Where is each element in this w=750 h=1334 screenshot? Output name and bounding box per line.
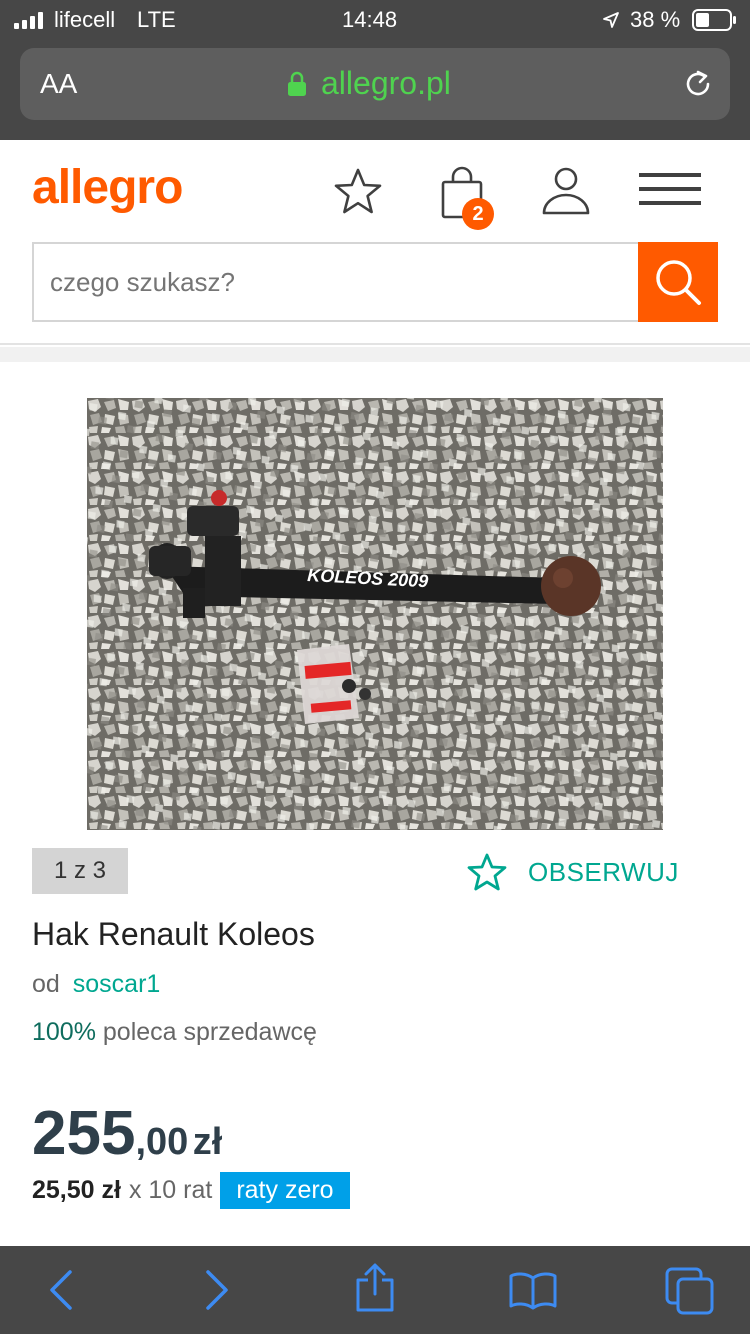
- cart-button[interactable]: 2: [436, 162, 496, 230]
- section-divider: [0, 347, 750, 362]
- raty-zero-badge[interactable]: raty zero: [220, 1171, 350, 1209]
- price-currency: zł: [192, 1121, 223, 1163]
- installments: 25,50 zł x 10 rat raty zero: [32, 1171, 350, 1209]
- recommend-percent: 100%: [32, 1018, 96, 1046]
- price-main: 255: [32, 1099, 136, 1168]
- price: 255,00 zł: [32, 1098, 222, 1169]
- signal-icon: [14, 12, 43, 29]
- cart-count-badge: 2: [462, 198, 494, 230]
- product-title: Hak Renault Koleos: [32, 916, 315, 952]
- installment-count: x 10 rat: [128, 1175, 213, 1204]
- search-input[interactable]: [32, 242, 640, 322]
- photo-counter: 1 z 3: [32, 848, 128, 894]
- favorites-button[interactable]: [330, 164, 386, 220]
- battery-icon: [692, 9, 736, 31]
- text-size-button[interactable]: AA: [40, 68, 77, 100]
- seller-link[interactable]: soscar1: [73, 970, 161, 998]
- watch-label: OBSERWUJ: [528, 856, 679, 887]
- allegro-logo[interactable]: allegro: [32, 160, 183, 215]
- location-arrow-icon: [603, 12, 619, 28]
- seller-prefix: od: [32, 970, 60, 998]
- recommend-text: poleca sprzedawcę: [102, 1018, 317, 1046]
- installment-amount: 25,50 zł: [32, 1175, 121, 1204]
- price-decimal: ,00: [135, 1121, 189, 1163]
- battery-percent: 38 %: [630, 7, 681, 32]
- clock: 14:48: [342, 7, 398, 32]
- user-icon: [542, 167, 590, 215]
- seller-line: od soscar1: [32, 970, 160, 999]
- reload-icon[interactable]: [680, 66, 716, 102]
- carrier-name: lifecell: [54, 7, 116, 32]
- site-header: allegro 2: [0, 140, 750, 345]
- product-photo[interactable]: KOLEOS 2009: [87, 398, 663, 830]
- account-button[interactable]: [538, 164, 594, 218]
- tabs-icon[interactable]: [664, 1266, 716, 1316]
- bookmarks-icon[interactable]: [508, 1270, 558, 1310]
- star-icon: [334, 168, 382, 214]
- browser-bottom-bar: [0, 1246, 750, 1334]
- search-button[interactable]: [638, 242, 718, 322]
- browser-toolbar: AA allegro.pl: [0, 40, 750, 140]
- url-text: allegro.pl: [321, 65, 451, 101]
- search-icon: [656, 260, 701, 305]
- star-outline-icon: [467, 853, 507, 891]
- seller-rating: 100% poleca sprzedawcę: [32, 1018, 317, 1047]
- network-type: LTE: [137, 7, 176, 32]
- address-bar[interactable]: AA allegro.pl: [20, 48, 730, 120]
- status-bar: lifecell LTE 14:48 38 %: [0, 0, 750, 40]
- watch-button[interactable]: OBSERWUJ: [466, 850, 696, 894]
- menu-button[interactable]: [638, 166, 702, 212]
- share-icon[interactable]: [352, 1262, 398, 1314]
- menu-icon: [639, 173, 701, 205]
- forward-icon[interactable]: [200, 1268, 234, 1312]
- product-photo-canvas: KOLEOS 2009: [87, 398, 663, 830]
- lock-icon: [288, 71, 306, 96]
- back-icon[interactable]: [44, 1268, 78, 1312]
